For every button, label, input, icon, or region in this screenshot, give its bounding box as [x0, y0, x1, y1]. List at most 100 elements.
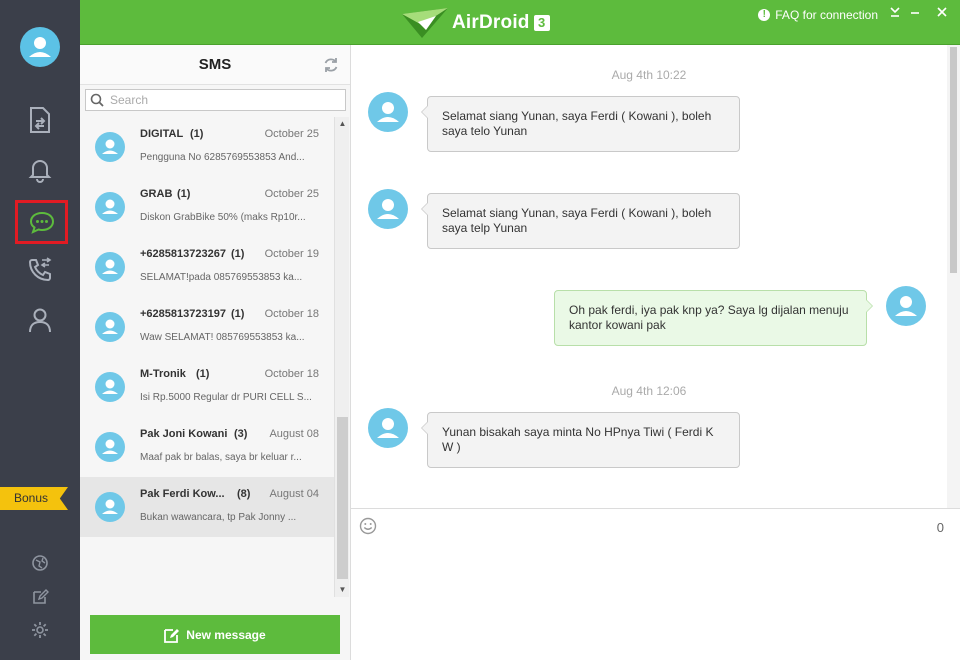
contact-avatar — [95, 432, 125, 462]
nav-feedback[interactable] — [30, 587, 50, 607]
message-thread: Aug 4th 10:22 Selamat siang Yunan, saya … — [351, 45, 947, 508]
edit-icon — [33, 589, 49, 604]
new-message-label: New message — [186, 627, 266, 642]
globe-icon — [32, 555, 48, 571]
contact-avatar — [95, 252, 125, 282]
sms-icon — [29, 211, 54, 234]
left-rail: Bonus — [0, 0, 80, 660]
conversation-list-item[interactable]: M-Tronik (1) October 18 Isi Rp.5000 Regular… — [80, 357, 334, 417]
contact-avatar — [368, 408, 408, 448]
message-preview: Diskon GrabBike 50% (maks Rp10r... — [140, 212, 306, 223]
nav-call-log[interactable] — [16, 250, 64, 290]
contact-avatar — [95, 372, 125, 402]
message-preview: Pengguna No 6285769553853 And... — [140, 152, 305, 163]
conversation-list-item[interactable]: +6285813723267 (1) October 19 SELAMAT!pada … — [80, 237, 334, 297]
contact-avatar — [368, 92, 408, 132]
message-date: October 18 — [264, 308, 319, 320]
unread-count: (1) — [231, 308, 245, 320]
incoming-message: Selamat siang Yunan, saya Ferdi ( Kowani… — [421, 193, 740, 249]
title-bar: AirDroid 3 ! FAQ for connection — [80, 0, 960, 45]
conversation-list: DIGITAL (1) October 25 Pengguna No 62857695… — [80, 117, 334, 537]
nav-settings[interactable] — [30, 620, 50, 640]
user-avatar[interactable] — [20, 27, 60, 67]
bonus-tag[interactable]: Bonus — [0, 487, 68, 510]
emoji-button[interactable] — [359, 517, 377, 535]
contact-name: Pak Ferdi Kow... — [140, 488, 225, 500]
incoming-message: Selamat siang Yunan, saya Ferdi ( Kowani… — [421, 96, 740, 152]
minimize-to-tray-button[interactable] — [887, 6, 903, 22]
message-preview: SELAMAT!pada 085769553853 ka... — [140, 272, 303, 283]
call-log-icon — [28, 257, 52, 282]
minimize-button[interactable] — [907, 6, 923, 22]
search-icon — [90, 93, 104, 107]
sms-list-panel: SMS DIGITAL (1) October 25 Pengguna No 6285… — [80, 45, 351, 660]
nav-web[interactable] — [30, 553, 50, 573]
scroll-down-arrow-icon[interactable]: ▼ — [335, 583, 350, 597]
list-header: SMS — [80, 45, 350, 85]
outgoing-message: Oh pak ferdi, iya pak knp ya? Saya lg di… — [554, 290, 873, 346]
conversation-panel: Aug 4th 10:22 Selamat siang Yunan, saya … — [351, 45, 960, 660]
search-input[interactable] — [110, 93, 330, 107]
person-icon — [102, 379, 118, 394]
person-icon — [102, 499, 118, 514]
info-icon: ! — [758, 9, 771, 21]
close-button[interactable] — [934, 6, 950, 22]
search-box[interactable] — [85, 89, 346, 111]
person-icon — [102, 199, 118, 214]
conversation-list-item[interactable]: DIGITAL (1) October 25 Pengguna No 62857695… — [80, 117, 334, 177]
unread-count: (1) — [196, 368, 210, 380]
conversation-list-item[interactable]: Pak Joni Kowani (3) August 08 Maaf pak br b… — [80, 417, 334, 477]
list-scrollbar[interactable]: ▲ ▼ — [334, 117, 349, 597]
message-date: August 04 — [269, 488, 319, 500]
contact-avatar — [95, 492, 125, 522]
bell-icon — [28, 160, 52, 183]
self-avatar — [886, 286, 926, 326]
nav-sms[interactable] — [15, 200, 68, 244]
timestamp: Aug 4th 10:22 — [611, 68, 687, 82]
contact-avatar — [95, 312, 125, 342]
unread-count: (3) — [234, 428, 248, 440]
conversation-list-item[interactable]: Pak Ferdi Kow... (8) August 04 Bukan wawanc… — [80, 477, 334, 537]
contact-name: +6285813723267 — [140, 248, 226, 260]
scroll-up-arrow-icon[interactable]: ▲ — [335, 117, 350, 131]
refresh-button[interactable] — [322, 56, 340, 74]
message-preview: Maaf pak br balas, saya br keluar r... — [140, 452, 302, 463]
message-input[interactable] — [387, 515, 907, 635]
contact-avatar — [368, 189, 408, 229]
person-icon — [102, 319, 118, 334]
person-icon — [102, 139, 118, 154]
settings-icon — [32, 622, 48, 638]
contact-avatar — [95, 192, 125, 222]
incoming-message: Yunan bisakah saya minta No HPnya Tiwi (… — [421, 412, 740, 468]
contact-name: DIGITAL — [140, 128, 184, 140]
nav-file-transfer[interactable] — [16, 100, 64, 140]
message-preview: Isi Rp.5000 Regular dr PURI CELL S... — [140, 392, 312, 403]
message-composer: 0 — [351, 508, 960, 660]
unread-count: (1) — [177, 188, 191, 200]
nav-contacts[interactable] — [16, 300, 64, 340]
conversation-list-item[interactable]: GRAB (1) October 25 Diskon GrabBike 50% (ma… — [80, 177, 334, 237]
conversation-list-item[interactable]: +6285813723197 (1) October 18 Waw SELAMAT! … — [80, 297, 334, 357]
faq-link[interactable]: ! FAQ for connection — [758, 8, 878, 22]
message-date: August 08 — [269, 428, 319, 440]
thread-scrollbar[interactable] — [947, 45, 960, 508]
nav-notifications[interactable] — [16, 150, 64, 190]
person-icon — [377, 199, 399, 219]
message-preview: Bukan wawancara, tp Pak Jonny ... — [140, 512, 297, 523]
timestamp: Aug 4th 12:06 — [611, 384, 687, 398]
person-icon — [377, 418, 399, 438]
unread-count: (8) — [237, 488, 251, 500]
character-counter: 0 — [936, 520, 944, 535]
compose-icon — [164, 628, 180, 643]
message-preview: Waw SELAMAT! 085769553853 ka... — [140, 332, 305, 343]
new-message-button[interactable]: New message — [90, 615, 340, 654]
file-transfer-icon — [30, 107, 50, 133]
app-name: AirDroid — [452, 12, 530, 33]
faq-label: FAQ for connection — [775, 8, 878, 22]
unread-count: (1) — [231, 248, 245, 260]
scrollbar-thumb[interactable] — [950, 47, 957, 273]
refresh-icon — [324, 58, 338, 72]
panel-title: SMS — [198, 56, 232, 73]
download-arrow-icon — [890, 7, 900, 17]
scrollbar-thumb[interactable] — [337, 417, 348, 579]
